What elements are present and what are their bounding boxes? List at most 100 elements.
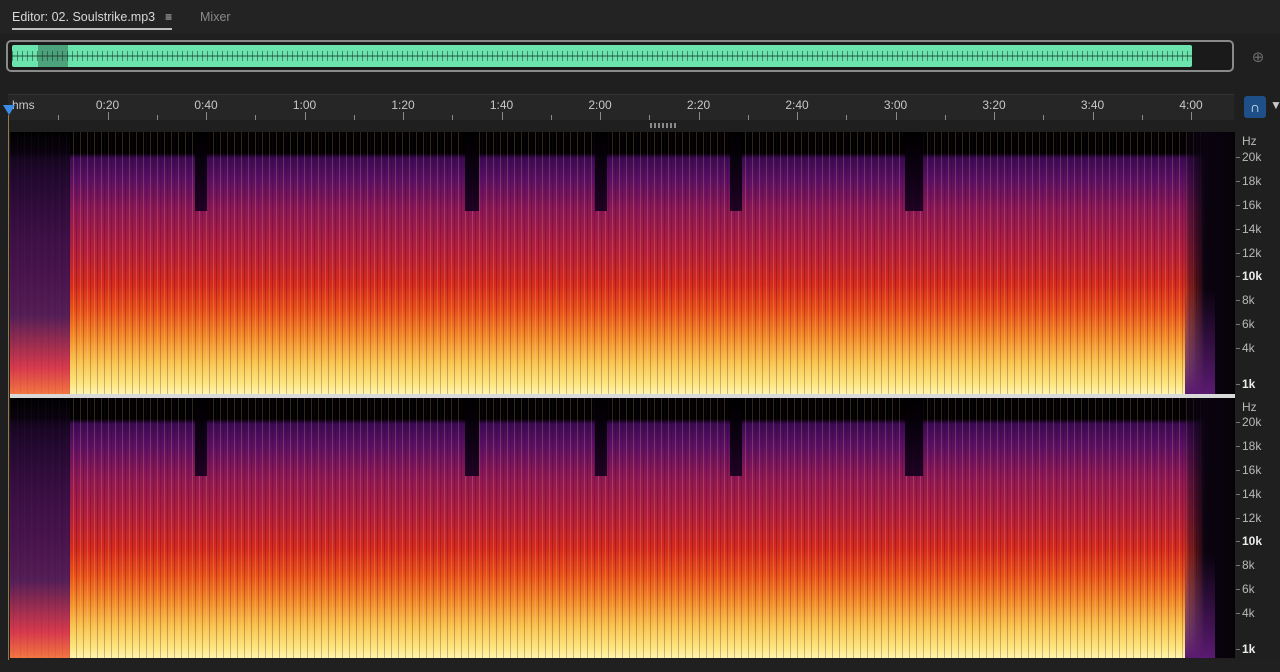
time-ruler-tick bbox=[403, 112, 404, 120]
frequency-axis-tick bbox=[1236, 469, 1240, 471]
time-ruler-tick bbox=[58, 115, 60, 120]
frequency-axis-tick bbox=[1236, 517, 1240, 519]
frequency-axis-label: 12k bbox=[1242, 245, 1262, 260]
frequency-axis-tick bbox=[1236, 422, 1240, 423]
time-ruler-tick bbox=[747, 115, 749, 120]
frequency-axis-tick bbox=[1236, 384, 1240, 385]
frequency-axis-tick bbox=[1236, 204, 1240, 206]
time-ruler-label: 3:40 bbox=[1080, 98, 1105, 112]
frequency-unit-label: Hz bbox=[1242, 134, 1257, 148]
playhead-marker[interactable] bbox=[3, 105, 15, 115]
frequency-axis-label: 4k bbox=[1242, 341, 1255, 356]
marker-icon[interactable]: ▼ bbox=[1270, 98, 1280, 116]
frequency-axis-tick bbox=[1236, 157, 1240, 158]
time-ruler-label: 2:00 bbox=[588, 98, 612, 112]
frequency-axis-label: 1k bbox=[1242, 642, 1256, 656]
time-ruler-tick bbox=[550, 115, 552, 120]
tab-editor-label: Editor: 02. Soulstrike.mp3 bbox=[12, 10, 156, 24]
spectrogram-fade-out bbox=[1185, 398, 1235, 658]
spectrogram-gap bbox=[595, 398, 607, 476]
time-ruler-label: 4:00 bbox=[1179, 98, 1203, 112]
frequency-axis-label: 18k bbox=[1242, 438, 1262, 453]
frequency-axis-label: 14k bbox=[1242, 486, 1262, 501]
time-ruler-tick bbox=[255, 115, 257, 120]
time-ruler-tick bbox=[994, 112, 995, 120]
snap-button[interactable]: ∩ bbox=[1244, 96, 1266, 118]
time-ruler-label: 3:20 bbox=[982, 98, 1006, 112]
frequency-axis-tick bbox=[1236, 324, 1240, 326]
time-ruler-tick bbox=[698, 112, 700, 120]
overview-waveform bbox=[12, 45, 1192, 67]
bottom-status-strip bbox=[0, 660, 1280, 672]
frequency-axis-label: 10k bbox=[1242, 269, 1263, 284]
frequency-axis-tick bbox=[1236, 589, 1240, 591]
frequency-axis-label: 20k bbox=[1242, 150, 1262, 164]
frequency-axis-tick bbox=[1236, 300, 1240, 302]
panel-tab-bar: Editor: 02. Soulstrike.mp3 ≡ Mixer bbox=[0, 0, 1280, 34]
spectrogram-intro-section bbox=[10, 132, 70, 394]
frequency-axis-label: 12k bbox=[1242, 510, 1262, 525]
time-ruler-label: 1:40 bbox=[489, 98, 514, 112]
frequency-axis-label: 1k bbox=[1242, 377, 1256, 391]
frequency-axis-label: 16k bbox=[1242, 197, 1262, 212]
tab-mixer[interactable]: Mixer bbox=[200, 9, 231, 25]
spectrogram-channel-left[interactable] bbox=[10, 132, 1235, 394]
frequency-unit-label: Hz bbox=[1242, 400, 1257, 414]
spectrogram-channel-right[interactable] bbox=[10, 398, 1235, 658]
playhead-line bbox=[8, 115, 9, 660]
spectrogram-gap bbox=[730, 398, 742, 476]
frequency-axis-tick bbox=[1236, 252, 1240, 254]
spectrogram-gap bbox=[465, 132, 479, 211]
spectrogram-gap bbox=[595, 132, 607, 211]
headphones-icon: ∩ bbox=[1249, 99, 1261, 115]
tab-editor[interactable]: Editor: 02. Soulstrike.mp3 ≡ bbox=[12, 9, 173, 30]
time-unit-label: hms bbox=[12, 98, 35, 112]
spectrogram-gap bbox=[195, 398, 207, 476]
time-ruler-tick bbox=[1191, 112, 1192, 120]
spectrogram-intro-section bbox=[10, 398, 70, 658]
frequency-axis-label: 10k bbox=[1242, 534, 1263, 549]
frequency-axis-tick bbox=[1236, 445, 1240, 447]
time-ruler-tick bbox=[206, 112, 207, 120]
waveform-overview[interactable] bbox=[6, 40, 1234, 72]
time-ruler-label: 0:20 bbox=[95, 98, 120, 112]
spectrogram-fade-out bbox=[1185, 132, 1235, 394]
time-ruler-tick bbox=[353, 115, 355, 120]
time-ruler-tick bbox=[846, 115, 848, 120]
time-ruler-tick bbox=[107, 112, 109, 120]
time-ruler-label: 1:20 bbox=[391, 98, 415, 112]
frequency-axis-label: 6k bbox=[1242, 582, 1255, 597]
frequency-axis-tick bbox=[1236, 348, 1240, 350]
time-ruler-tick bbox=[304, 112, 306, 120]
time-ruler-tick bbox=[501, 112, 503, 120]
frequency-axis-label: 4k bbox=[1242, 606, 1255, 621]
frequency-axis-label: 6k bbox=[1242, 317, 1255, 332]
spectrogram-gap bbox=[905, 132, 923, 211]
frequency-axis-label: 8k bbox=[1242, 558, 1255, 573]
frequency-axis-label: 8k bbox=[1242, 293, 1255, 308]
frequency-axis-label: 20k bbox=[1242, 415, 1262, 429]
frequency-axis-label: 14k bbox=[1242, 221, 1262, 236]
time-ruler[interactable]: hms 0:20 0:40 1:00 1:20 1:40 2:00 2:20 2:40 3:00… bbox=[8, 94, 1234, 120]
time-ruler-tick bbox=[452, 115, 454, 120]
time-ruler-tick bbox=[600, 112, 601, 120]
time-ruler-label: 2:40 bbox=[785, 98, 809, 112]
spectrogram-gap bbox=[465, 398, 479, 476]
frequency-axis-tick bbox=[1236, 180, 1240, 182]
frequency-axis-tick bbox=[1236, 228, 1240, 230]
time-ruler-tick bbox=[797, 112, 798, 120]
time-ruler-tick bbox=[944, 115, 946, 120]
panel-resize-handle[interactable] bbox=[650, 123, 676, 128]
frequency-axis-label: 16k bbox=[1242, 462, 1262, 477]
time-ruler-tick bbox=[895, 112, 897, 120]
panel-menu-icon[interactable]: ≡ bbox=[165, 10, 172, 24]
spectrogram-display bbox=[10, 398, 1235, 658]
frequency-axis-tick bbox=[1236, 613, 1240, 615]
time-ruler-tick bbox=[1141, 115, 1143, 120]
frequency-axis-label: 18k bbox=[1242, 173, 1262, 188]
time-ruler-label: 1:00 bbox=[292, 98, 317, 112]
time-ruler-label: 0:40 bbox=[194, 98, 218, 112]
frequency-axis-tick bbox=[1236, 541, 1240, 543]
zoom-in-icon[interactable]: ⊕ bbox=[1248, 48, 1268, 68]
frequency-axis-tick bbox=[1236, 276, 1240, 278]
